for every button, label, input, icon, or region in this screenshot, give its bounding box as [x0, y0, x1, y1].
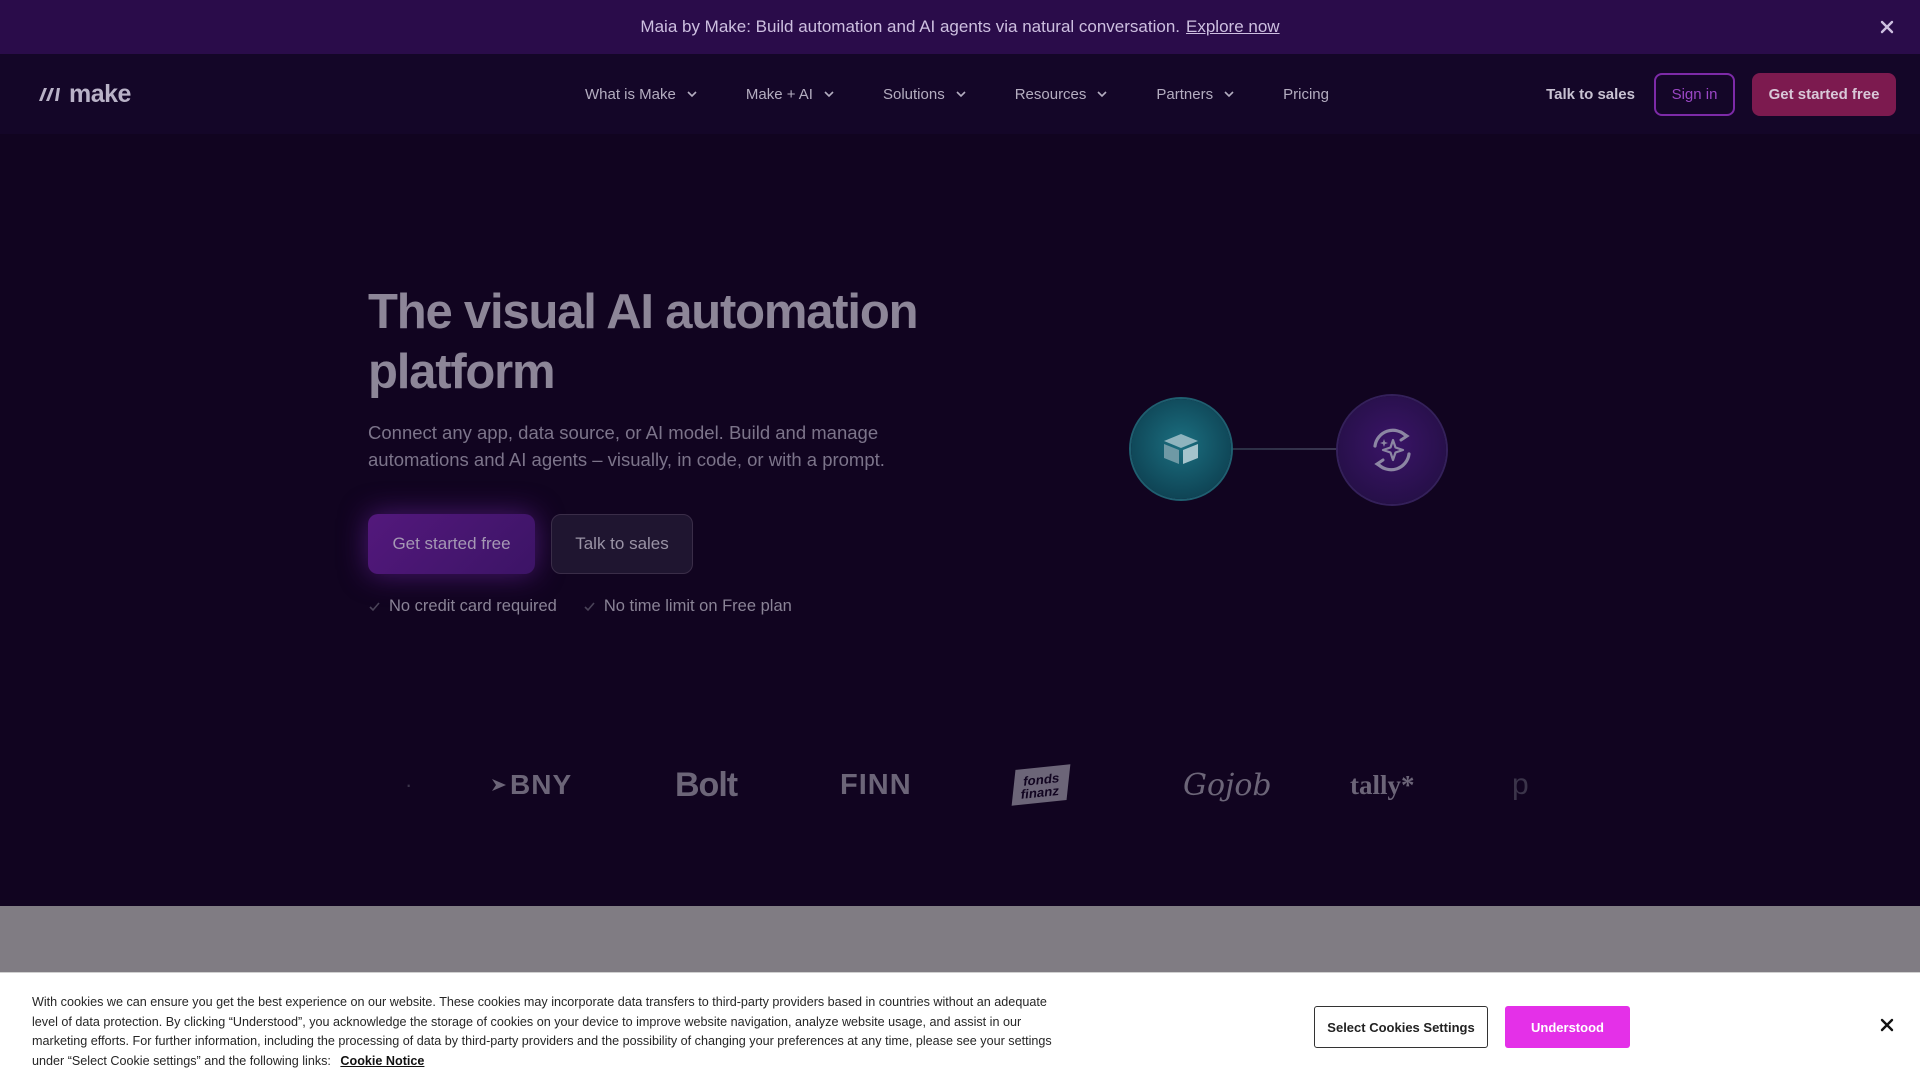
check-label: No time limit on Free plan: [603, 596, 792, 615]
talk-to-sales-link[interactable]: Talk to sales: [1546, 86, 1635, 103]
brand-logo-bny: BNY: [490, 760, 572, 810]
main-nav: make What is Make Make + AI Solutions Re…: [0, 54, 1920, 134]
sign-in-button[interactable]: Sign in: [1654, 72, 1735, 116]
chevron-down-icon: [955, 88, 967, 100]
make-logo[interactable]: make: [38, 78, 131, 110]
brand-logo-gojob: Gojob: [1183, 767, 1272, 803]
customer-logos: · BNY Bolt FINN fonds finanz Gojob tally…: [390, 760, 1570, 810]
nav-actions: Talk to sales Sign in Get started free: [1546, 72, 1896, 116]
nav-item-what-is-make[interactable]: What is Make: [585, 86, 698, 103]
nav-menu: What is Make Make + AI Solutions Resourc…: [585, 54, 1377, 134]
brand-logo-partial: ·: [405, 772, 413, 797]
check-icon: [368, 600, 381, 613]
chevron-down-icon: [823, 88, 835, 100]
chevron-down-icon: [686, 88, 698, 100]
check-item: No credit card required: [368, 597, 557, 616]
make-logo-icon: [39, 88, 60, 101]
nav-item-label: Partners: [1156, 85, 1214, 103]
nav-item-pricing[interactable]: Pricing: [1283, 86, 1329, 103]
cookie-accept-button[interactable]: Understood: [1505, 1006, 1630, 1048]
cookie-close-button[interactable]: [1876, 1014, 1898, 1036]
hero-get-started-button[interactable]: Get started free: [368, 514, 535, 574]
logo-text: make: [69, 79, 131, 108]
nav-item-label: What is Make: [585, 85, 676, 103]
hero-checks: No credit card required No time limit on…: [368, 595, 818, 617]
nav-item-solutions[interactable]: Solutions: [883, 86, 967, 103]
brand-logo-finn: FINN: [840, 768, 912, 801]
announcement-bar: Maia by Make: Build automation and AI ag…: [0, 0, 1920, 54]
nav-item-label: Make + AI: [745, 85, 813, 103]
brand-logo-tally: tally*: [1350, 769, 1415, 800]
close-icon: [1880, 1018, 1894, 1032]
sparkle-refresh-icon: [1373, 428, 1411, 472]
cookie-notice-link[interactable]: Cookie Notice: [340, 1054, 424, 1068]
brand-logo-bolt: Bolt: [675, 765, 738, 804]
bny-arrow-icon: [492, 779, 506, 791]
scenario-connector: [1231, 448, 1338, 450]
brand-logo-fondsfinanz: fonds finanz: [1011, 764, 1070, 806]
brand-logo-partial-p: p: [1512, 768, 1529, 801]
nav-item-label: Resources: [1014, 85, 1087, 103]
hero-talk-to-sales-button[interactable]: Talk to sales: [551, 514, 693, 574]
nav-item-label: Pricing: [1283, 85, 1329, 103]
cookie-banner: With cookies we can ensure you get the b…: [0, 972, 1920, 1080]
cookie-settings-button[interactable]: Select Cookies Settings: [1314, 1006, 1488, 1048]
cookie-text: With cookies we can ensure you get the b…: [32, 995, 1052, 1068]
announcement-close-button[interactable]: [1874, 14, 1900, 40]
chevron-down-icon: [1223, 88, 1235, 100]
nav-item-partners[interactable]: Partners: [1156, 86, 1235, 103]
nav-item-make-ai[interactable]: Make + AI: [746, 86, 835, 103]
scenario-module-ai: [1338, 396, 1446, 504]
close-icon: [1880, 20, 1894, 34]
box-icon: [1164, 434, 1198, 464]
hero-subtitle: Connect any app, data source, or AI mode…: [368, 422, 885, 470]
check-icon: [583, 600, 596, 613]
nav-item-resources[interactable]: Resources: [1015, 86, 1109, 103]
check-item: No time limit on Free plan: [583, 597, 792, 616]
get-started-button[interactable]: Get started free: [1752, 72, 1896, 116]
hero-title: The visual AI automation platform: [368, 285, 918, 399]
scenario-module-box: [1131, 399, 1231, 499]
chevron-down-icon: [1096, 88, 1108, 100]
announcement-text: Maia by Make: Build automation and AI ag…: [640, 17, 1181, 36]
announcement-link[interactable]: Explore now: [1186, 17, 1280, 37]
nav-item-label: Solutions: [882, 85, 945, 103]
check-label: No credit card required: [389, 596, 557, 615]
